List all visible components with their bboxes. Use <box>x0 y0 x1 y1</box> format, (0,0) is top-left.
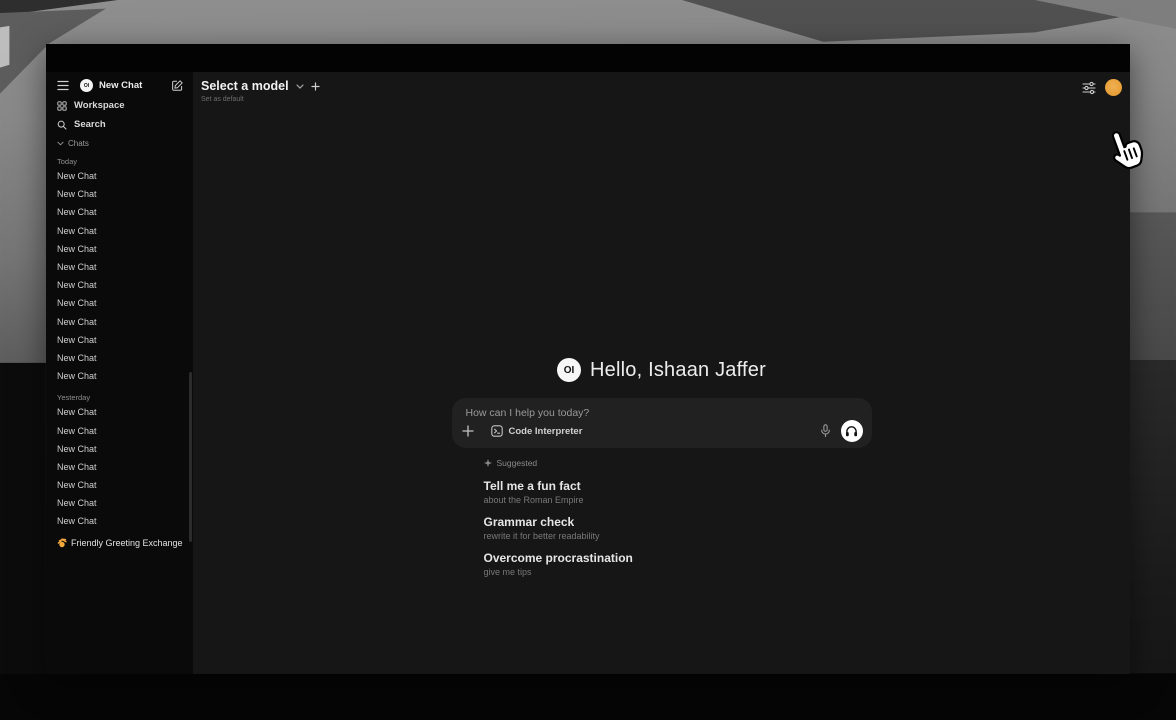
chat-list-item[interactable]: New Chat <box>57 167 193 185</box>
chat-composer[interactable]: Code Interpreter <box>452 398 872 448</box>
sidebar-toggle-icon[interactable] <box>57 80 69 91</box>
voice-mode-button[interactable] <box>841 420 863 442</box>
wave-hand-emoji <box>57 538 67 548</box>
chat-group-label-today: Today <box>57 155 193 167</box>
chat-list-item[interactable]: New Chat <box>57 458 193 476</box>
chat-list-item[interactable]: New Chat <box>57 440 193 458</box>
chat-controls-icon[interactable] <box>1082 81 1096 95</box>
chat-list-item[interactable]: New Chat <box>57 512 193 530</box>
chat-list-item[interactable]: New Chat <box>57 240 193 258</box>
sidebar-item-search[interactable]: Search <box>57 115 193 134</box>
chat-group-label-yesterday: Yesterday <box>57 391 193 403</box>
chats-section-label: Chats <box>68 139 89 148</box>
chat-list-item[interactable]: New Chat <box>57 313 193 331</box>
suggested-prompt[interactable]: Grammar check rewrite it for better read… <box>484 515 872 541</box>
suggested-label: Suggested <box>497 458 538 468</box>
sidebar-scrollbar[interactable] <box>189 372 192 542</box>
suggested-header: Suggested <box>484 457 872 469</box>
chat-list-item[interactable]: New Chat <box>57 367 193 385</box>
code-interpreter-icon <box>491 425 503 437</box>
prompt-subtitle: rewrite it for better readability <box>484 531 872 541</box>
greeting-text: Hello, Ishaan Jaffer <box>590 359 766 382</box>
chat-list-item[interactable]: New Chat <box>57 185 193 203</box>
chat-list-item[interactable]: New Chat <box>57 276 193 294</box>
chat-list-item-named[interactable]: Friendly Greeting Exchange <box>57 535 193 551</box>
model-selector[interactable]: Select a model <box>201 79 1122 93</box>
new-chat-icon[interactable] <box>172 80 183 91</box>
greeting: OI Hello, Ishaan Jaffer <box>452 355 872 385</box>
prompt-subtitle: about the Roman Empire <box>484 495 872 505</box>
named-chat-label: Friendly Greeting Exchange <box>71 538 183 548</box>
chat-list-item[interactable]: New Chat <box>57 349 193 367</box>
prompt-title: Grammar check <box>484 515 872 529</box>
user-avatar[interactable] <box>1105 79 1122 96</box>
chat-list-item[interactable]: New Chat <box>57 421 193 439</box>
mic-icon[interactable] <box>820 424 831 438</box>
app-top-black-bar <box>46 44 1130 72</box>
prompt-subtitle: give me tips <box>484 567 872 577</box>
prompt-title: Overcome procrastination <box>484 551 872 565</box>
search-label: Search <box>74 119 106 130</box>
app-window: OI New Chat Workspace Search <box>46 44 1130 674</box>
chevron-down-icon <box>57 141 64 146</box>
attach-plus-icon[interactable] <box>462 425 474 437</box>
app-logo: OI <box>557 358 581 382</box>
chat-list-item[interactable]: New Chat <box>57 203 193 221</box>
chat-list-item[interactable]: New Chat <box>57 258 193 276</box>
prompt-title: Tell me a fun fact <box>484 479 872 493</box>
headphones-icon <box>845 425 858 437</box>
app-logo: OI <box>80 79 93 92</box>
sparkle-icon <box>484 459 492 467</box>
workspace-grid-icon <box>57 101 67 111</box>
search-icon <box>57 120 67 130</box>
set-default-label[interactable]: Set as default <box>201 96 1122 103</box>
sidebar-item-workspace[interactable]: Workspace <box>57 96 193 115</box>
chat-list-item[interactable]: New Chat <box>57 294 193 312</box>
chats-section-toggle[interactable]: Chats <box>57 137 193 149</box>
suggested-prompt[interactable]: Tell me a fun fact about the Roman Empir… <box>484 479 872 505</box>
code-interpreter-toggle[interactable]: Code Interpreter <box>491 425 583 437</box>
main-area: Select a model Set as default <box>193 72 1130 674</box>
chat-list-item[interactable]: New Chat <box>57 494 193 512</box>
suggested-prompt[interactable]: Overcome procrastination give me tips <box>484 551 872 577</box>
add-model-icon[interactable] <box>311 82 320 91</box>
chevron-down-icon <box>296 84 304 89</box>
workspace-label: Workspace <box>74 100 125 111</box>
chat-list-item[interactable]: New Chat <box>57 476 193 494</box>
code-interpreter-label: Code Interpreter <box>509 426 583 437</box>
model-selector-label[interactable]: Select a model <box>201 79 289 93</box>
chat-list-item[interactable]: New Chat <box>57 403 193 421</box>
sidebar-new-chat-title[interactable]: New Chat <box>99 80 142 91</box>
chat-list-item[interactable]: New Chat <box>57 222 193 240</box>
sidebar: OI New Chat Workspace Search <box>46 72 193 674</box>
chat-list-item[interactable]: New Chat <box>57 331 193 349</box>
